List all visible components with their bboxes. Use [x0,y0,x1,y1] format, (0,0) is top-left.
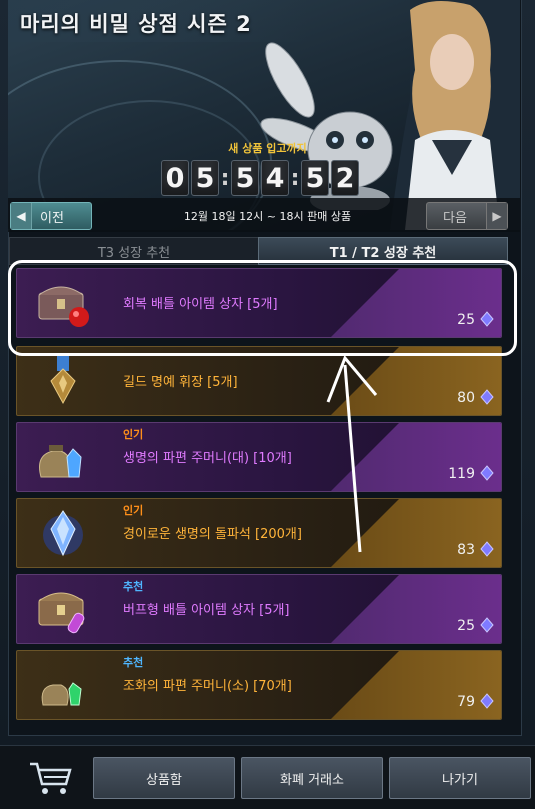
item-stripe [331,575,501,643]
crystal-currency-icon [480,693,494,709]
item-name: 길드 명예 휘장 [5개] [123,375,238,390]
chevron-right-icon: ▶ [486,203,507,229]
timer-colon: : [220,165,230,191]
timer-digit: 5 [191,160,219,196]
shop-item[interactable]: 인기 생명의 파편 주머니(대) [10개] 119 [16,422,502,492]
crystal-currency-icon [480,465,494,481]
item-name: 생명의 파편 주머니(대) [10개] [123,451,292,466]
medal-icon [50,355,76,405]
item-stripe [331,269,501,337]
item-name: 경이로운 생명의 돌파석 [200개] [123,527,302,542]
restock-label: 새 상품 입고까지 [228,142,307,155]
item-price: 83 [457,542,475,558]
small-pouch-icon [41,682,82,706]
popular-tag: 인기 [123,428,144,441]
item-stripe [331,651,501,719]
next-button[interactable]: 다음 ▶ [426,202,508,230]
crystal-currency-icon [480,311,494,327]
crystal-currency-icon [480,541,494,557]
timer-digit: 2 [331,160,359,196]
item-name: 조화의 파편 주머니(소) [70개] [123,679,292,694]
purple-chest-icon [38,592,85,634]
popular-tag: 인기 [123,504,144,517]
timer-digit: 5 [301,160,329,196]
recommend-tag: 추천 [123,580,144,593]
item-price: 79 [457,694,475,710]
item-price: 119 [448,466,475,482]
blue-crystal-icon [43,510,83,557]
timer-colon: : [290,165,300,191]
shop-item[interactable]: 추천 조화의 파편 주머니(소) [70개] 79 [16,650,502,720]
currency-exchange-button[interactable]: 화폐 거래소 [241,757,383,799]
next-label: 다음 [443,210,467,226]
item-stripe [331,347,501,415]
item-stripe [331,423,501,491]
shop-item[interactable]: 회복 배틀 아이템 상자 [5개] 25 [16,268,502,338]
pouch-crystal-icon [39,445,82,478]
shop-item[interactable]: 인기 경이로운 생명의 돌파석 [200개] 83 [16,498,502,568]
timer-digit: 5 [231,160,259,196]
item-stripe [331,499,501,567]
item-name: 회복 배틀 아이템 상자 [5개] [123,297,278,312]
shop-title: 마리의 비밀 상점 시즌 2 [20,12,252,36]
item-price: 80 [457,390,475,406]
crystal-currency-icon [480,617,494,633]
storage-button[interactable]: 상품함 [93,757,235,799]
red-chest-icon [38,286,89,327]
tab-t1-t2-growth[interactable]: T1 / T2 성장 추천 [258,237,508,265]
item-name: 버프형 배틀 아이템 상자 [5개] [123,603,290,618]
restock-timer: 0 5 : 5 4 : 5 2 [160,160,360,196]
exit-button[interactable]: 나가기 [389,757,531,799]
crystal-currency-icon [480,389,494,405]
recommend-tag: 추천 [123,656,144,669]
timer-digit: 4 [261,160,289,196]
cart-icon[interactable] [28,760,72,796]
shop-item[interactable]: 길드 명예 휘장 [5개] 80 [16,346,502,416]
tab-t3-growth[interactable]: T3 성장 추천 [9,237,259,265]
item-price: 25 [457,312,475,328]
timer-digit: 0 [161,160,189,196]
item-price: 25 [457,618,475,634]
girl-illustration [390,0,520,230]
shop-item[interactable]: 추천 버프형 배틀 아이템 상자 [5개] 25 [16,574,502,644]
